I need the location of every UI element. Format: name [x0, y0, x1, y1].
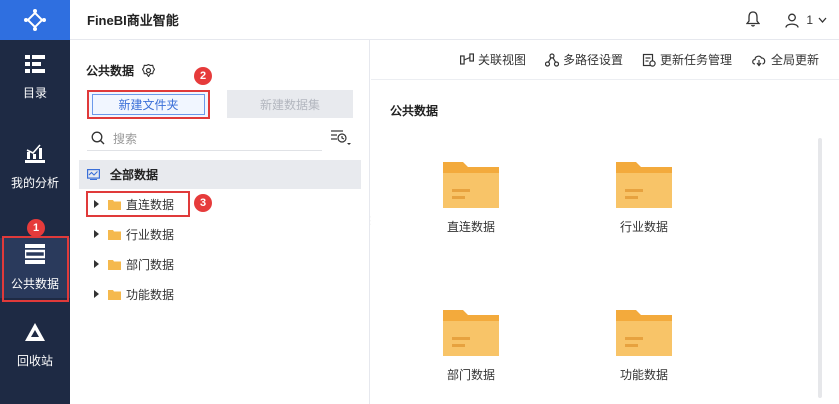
- user-icon: [785, 13, 799, 28]
- rail-item-catalog[interactable]: 目录: [0, 48, 70, 108]
- folder-icon: [616, 162, 672, 208]
- multipath-settings-button[interactable]: 多路径设置: [544, 51, 623, 68]
- step-badge-3: 3: [194, 194, 212, 212]
- folder-icon: [443, 310, 499, 356]
- highlight-box-public-data: [2, 236, 69, 302]
- relation-view-button[interactable]: 关联视图: [459, 51, 526, 68]
- multipath-icon: [544, 52, 559, 67]
- recycle-icon: [25, 323, 45, 344]
- user-menu[interactable]: 1: [785, 13, 827, 28]
- data-panel: 公共数据 2 新建文件夹 新建数据集 搜索 全部数据 直连数据 3 行业数据 部…: [70, 40, 370, 404]
- search-placeholder: 搜索: [113, 131, 138, 146]
- step-badge-2: 2: [194, 67, 212, 85]
- search-field[interactable]: 搜索: [87, 126, 322, 151]
- user-name: 1: [806, 13, 813, 27]
- panel-title-text: 公共数据: [86, 64, 135, 78]
- update-task-button[interactable]: 更新任务管理: [642, 51, 732, 68]
- content-toolbar: 关联视图 多路径设置 更新任务管理 全局更新: [371, 40, 839, 80]
- tree-item-label: 功能数据: [126, 287, 175, 302]
- folder-icon: [108, 289, 121, 300]
- folder-card-label: 直连数据: [446, 220, 495, 234]
- rail-item-label: 回收站: [16, 354, 53, 368]
- search-icon: [91, 131, 105, 145]
- rail-item-label: 我的分析: [10, 176, 59, 190]
- caret-right-icon[interactable]: [94, 290, 99, 298]
- tree-root-label: 全部数据: [110, 168, 159, 182]
- folder-card-direct[interactable]: 直连数据: [411, 160, 531, 250]
- rail-item-label: 目录: [22, 86, 47, 100]
- chevron-down-icon: [818, 17, 827, 23]
- toolbar-label: 多路径设置: [562, 53, 623, 67]
- cloud-update-icon: [752, 55, 766, 66]
- dataset-monitor-icon: [87, 169, 100, 180]
- folder-icon: [443, 162, 499, 208]
- folder-icon: [108, 259, 121, 270]
- catalog-icon: [25, 55, 45, 76]
- content-area: 公共数据 直连数据 行业数据 部门数据 功能数据: [371, 80, 839, 404]
- global-update-button[interactable]: 全局更新: [751, 51, 819, 68]
- left-rail: 目录 我的分析 公共数据 回收站: [0, 0, 70, 404]
- bell-icon[interactable]: [745, 10, 761, 30]
- caret-right-icon[interactable]: [94, 230, 99, 238]
- content-scrollbar[interactable]: [818, 138, 822, 398]
- rail-item-recycle[interactable]: 回收站: [0, 316, 70, 376]
- app-logo[interactable]: [0, 0, 70, 40]
- analysis-icon: [25, 143, 45, 166]
- folder-card-label: 功能数据: [619, 368, 668, 382]
- caret-right-icon[interactable]: [94, 260, 99, 268]
- folder-card-function[interactable]: 功能数据: [584, 308, 704, 398]
- new-folder-button[interactable]: 新建文件夹: [87, 90, 210, 119]
- app-title: FineBI商业智能: [87, 13, 179, 28]
- folder-card-industry[interactable]: 行业数据: [584, 160, 704, 250]
- relation-icon: [459, 52, 474, 65]
- task-icon: [642, 53, 656, 67]
- tree-item-label: 行业数据: [126, 227, 175, 242]
- tree-root[interactable]: 全部数据: [79, 160, 361, 189]
- toolbar-label: 关联视图: [477, 53, 526, 67]
- new-folder-label: 新建文件夹: [92, 94, 205, 115]
- top-header: FineBI商业智能 1: [70, 0, 839, 40]
- gear-icon[interactable]: [142, 64, 156, 77]
- highlight-box-direct-data: [86, 191, 190, 217]
- toolbar-label: 更新任务管理: [659, 53, 732, 67]
- logo-icon: [24, 9, 46, 31]
- toolbar-label: 全局更新: [770, 53, 819, 67]
- content-title: 公共数据: [390, 104, 439, 118]
- tree-item-industry[interactable]: 行业数据: [94, 223, 174, 245]
- folder-card-label: 部门数据: [446, 368, 495, 382]
- folder-icon: [108, 229, 121, 240]
- folder-icon: [616, 310, 672, 356]
- tree-item-department[interactable]: 部门数据: [94, 253, 174, 275]
- new-dataset-button[interactable]: 新建数据集: [227, 90, 353, 118]
- folder-card-department[interactable]: 部门数据: [411, 308, 531, 398]
- panel-title: 公共数据: [86, 62, 156, 79]
- sort-time-icon[interactable]: [330, 129, 352, 148]
- rail-item-my-analysis[interactable]: 我的分析: [0, 137, 70, 197]
- tree-item-function[interactable]: 功能数据: [94, 283, 174, 305]
- tree-item-label: 部门数据: [126, 257, 175, 272]
- step-badge-1: 1: [27, 219, 45, 237]
- folder-card-label: 行业数据: [619, 220, 668, 234]
